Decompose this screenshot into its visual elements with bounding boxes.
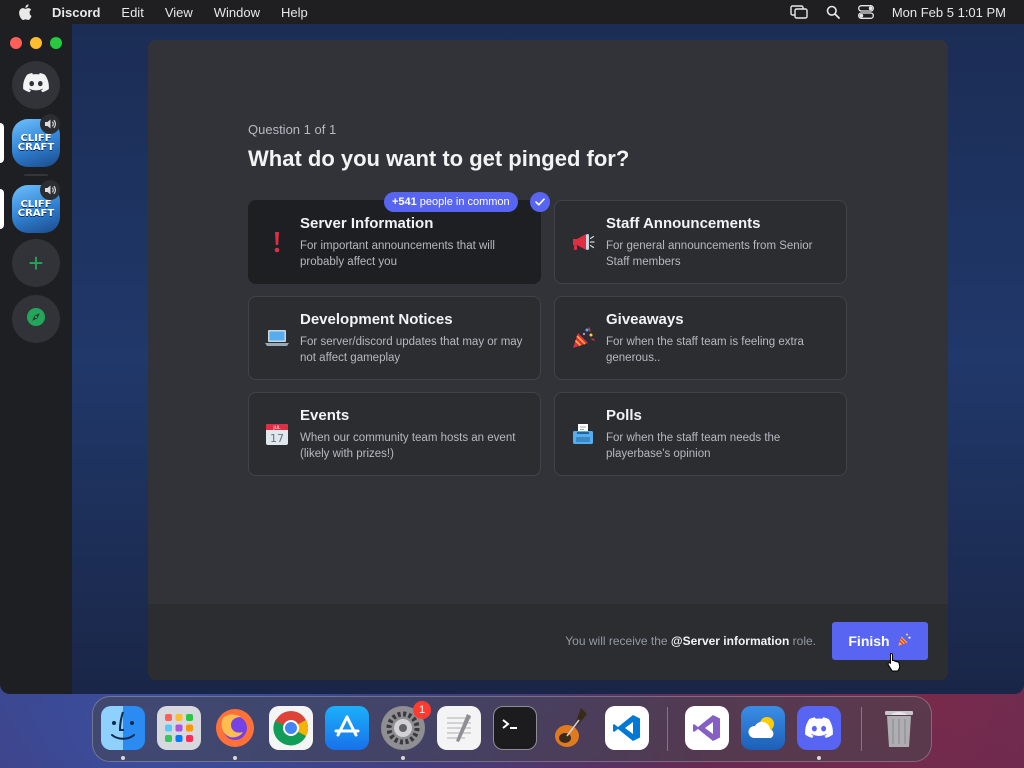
option-events[interactable]: JUL 17 Events When our community team ho…: [248, 392, 541, 476]
app-store-icon[interactable]: [325, 706, 369, 750]
people-in-common-badge: +541 people in common: [384, 192, 518, 212]
option-description: For general announcements from Senior St…: [606, 240, 813, 268]
finish-button[interactable]: Finish: [832, 622, 928, 660]
running-indicator: [121, 756, 125, 760]
option-description: For important announcements that will pr…: [300, 240, 495, 268]
dock-divider: [667, 707, 668, 751]
weather-icon[interactable]: [741, 706, 785, 750]
people-in-common-label: people in common: [419, 196, 510, 208]
exclamation-icon: [265, 230, 289, 254]
visual-studio-icon[interactable]: [685, 706, 729, 750]
running-indicator: [817, 756, 821, 760]
discord-window: CLIFF CRAFT CLIFF CRAFT + Question 1 of …: [0, 24, 1024, 694]
vscode-icon[interactable]: [605, 706, 649, 750]
option-title: Events: [300, 407, 350, 424]
calendar-day-label: 17: [270, 432, 284, 445]
minimize-window-button[interactable]: [30, 37, 42, 49]
plus-icon: +: [28, 248, 44, 278]
loudspeaker-icon: [571, 230, 595, 254]
role-mention: @Server information: [670, 634, 790, 648]
menu-app-name[interactable]: Discord: [52, 5, 100, 20]
garageband-icon[interactable]: [549, 706, 593, 750]
voice-speaker-icon: [40, 180, 60, 200]
firefox-icon[interactable]: [213, 706, 257, 750]
role-assignment-note: You will receive the @Server information…: [565, 634, 816, 648]
dock-divider: [861, 707, 862, 751]
menu-bar: Discord Edit View Window Help Mon Feb 5 …: [0, 0, 1024, 24]
option-title: Polls: [606, 407, 642, 424]
option-server-information[interactable]: Server Information For important announc…: [248, 200, 541, 284]
explore-servers-button[interactable]: [12, 295, 60, 343]
calendar-month-label: JUL: [272, 425, 281, 431]
compass-icon: [25, 306, 47, 333]
running-indicator: [233, 756, 237, 760]
option-staff-announcements[interactable]: Staff Announcements For general announce…: [554, 200, 847, 284]
option-title: Development Notices: [300, 311, 453, 328]
option-title: Giveaways: [606, 311, 684, 328]
discord-logo-icon: [23, 72, 49, 98]
option-giveaways[interactable]: Giveaways For when the staff team is fee…: [554, 296, 847, 380]
add-server-button[interactable]: +: [12, 239, 60, 287]
server-icon-label: CLIFF CRAFT: [17, 133, 55, 153]
active-server-indicator: [0, 123, 4, 163]
question-title: What do you want to get pinged for?: [248, 146, 630, 171]
active-server-indicator: [0, 189, 4, 229]
calendar-icon: JUL 17: [265, 422, 289, 446]
finish-button-label: Finish: [848, 633, 890, 649]
question-counter: Question 1 of 1: [248, 122, 337, 137]
server-sidebar: CLIFF CRAFT CLIFF CRAFT +: [0, 24, 72, 694]
menu-view[interactable]: View: [165, 5, 193, 20]
selected-check-icon: [530, 192, 550, 212]
party-popper-icon: [897, 632, 912, 650]
discord-dock-icon[interactable]: [797, 706, 841, 750]
direct-messages-home[interactable]: [12, 61, 60, 109]
textedit-icon[interactable]: [437, 706, 481, 750]
option-description: For when the staff team needs the player…: [606, 432, 781, 460]
option-description: For when the staff team is feeling extra…: [606, 336, 804, 364]
launchpad-icon[interactable]: [157, 706, 201, 750]
menu-window[interactable]: Window: [214, 5, 260, 20]
note-suffix: role.: [792, 634, 816, 648]
control-center-icon[interactable]: [857, 5, 874, 19]
terminal-icon[interactable]: [493, 706, 537, 750]
option-title: Staff Announcements: [606, 215, 761, 232]
voice-speaker-icon: [40, 114, 60, 134]
trash-icon[interactable]: [877, 706, 921, 750]
menubar-clock[interactable]: Mon Feb 5 1:01 PM: [892, 5, 1006, 20]
screen-mirroring-icon[interactable]: [790, 5, 808, 19]
spotlight-search-icon[interactable]: [826, 5, 840, 19]
system-settings-icon[interactable]: 1: [381, 701, 431, 750]
option-description: For server/discord updates that may or m…: [300, 336, 523, 364]
menu-edit[interactable]: Edit: [121, 5, 143, 20]
option-polls[interactable]: Polls For when the staff team needs the …: [554, 392, 847, 476]
zoom-window-button[interactable]: [50, 37, 62, 49]
dock: 1: [92, 696, 932, 762]
window-controls: [10, 37, 62, 49]
hand-pointer-cursor-icon: [886, 652, 902, 677]
onboarding-modal: Question 1 of 1 What do you want to get …: [148, 40, 948, 680]
ballot-box-icon: [571, 422, 595, 446]
sidebar-divider: [24, 174, 48, 176]
modal-footer: You will receive the @Server information…: [148, 604, 948, 680]
finder-icon[interactable]: [101, 706, 145, 750]
party-popper-icon: [571, 326, 595, 350]
chrome-icon[interactable]: [269, 706, 313, 750]
option-title: Server Information: [300, 215, 434, 232]
apple-menu-icon[interactable]: [18, 4, 34, 20]
notification-badge: 1: [413, 701, 431, 719]
option-description: When our community team hosts an event (…: [300, 432, 516, 460]
note-prefix: You will receive the: [565, 634, 668, 648]
running-indicator: [401, 756, 405, 760]
close-window-button[interactable]: [10, 37, 22, 49]
people-in-common-count: +541: [392, 196, 417, 208]
laptop-icon: [265, 326, 289, 350]
menu-help[interactable]: Help: [281, 5, 308, 20]
option-development-notices[interactable]: Development Notices For server/discord u…: [248, 296, 541, 380]
server-icon-label: CLIFF CRAFT: [17, 199, 55, 219]
